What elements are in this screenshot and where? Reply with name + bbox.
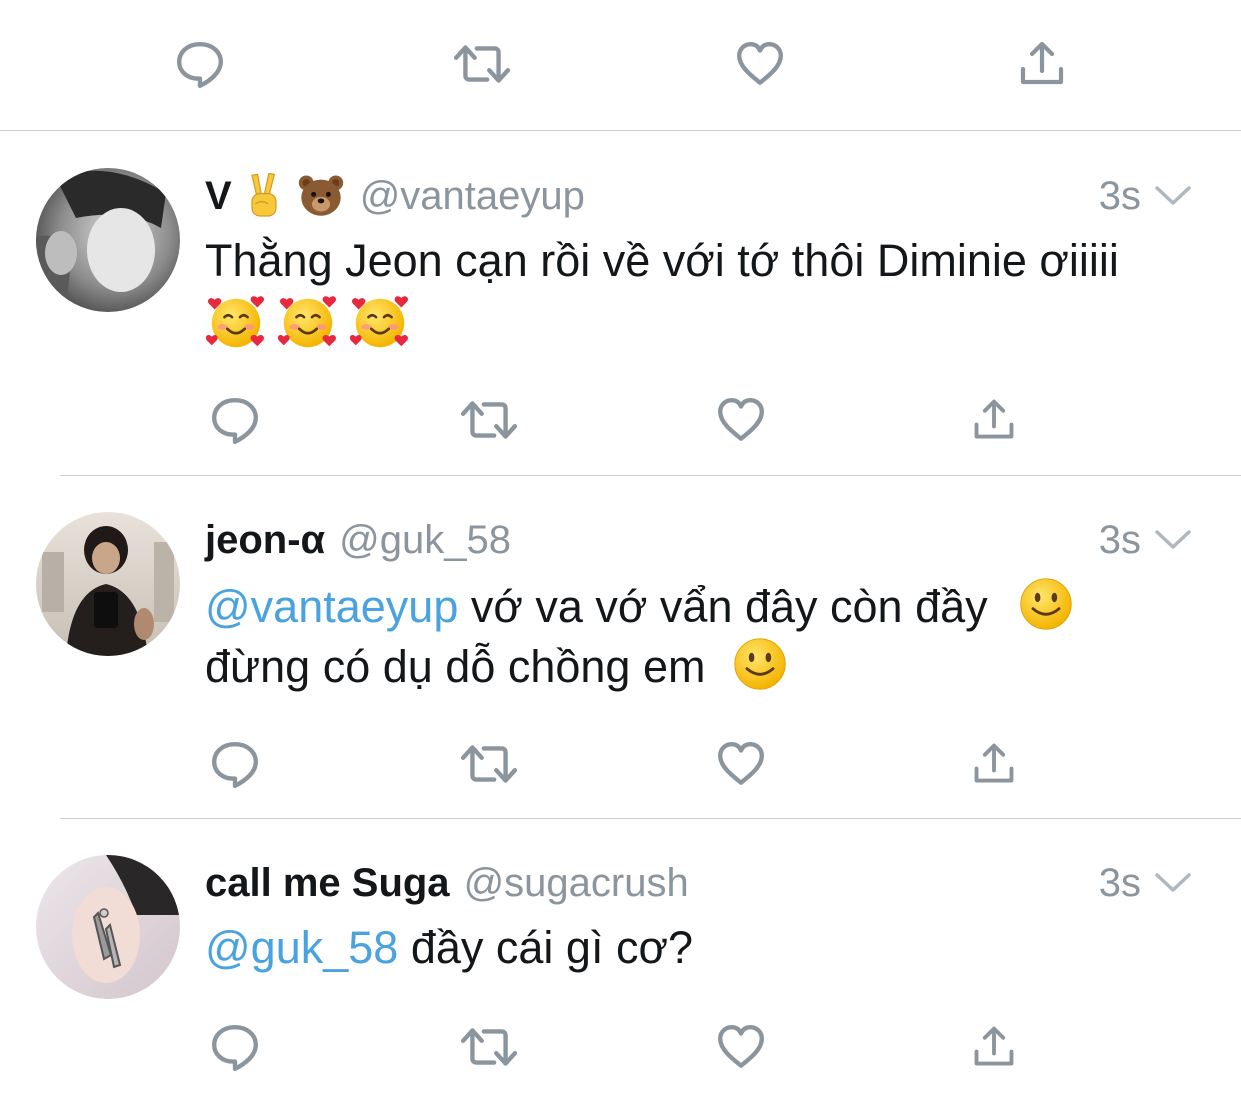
tweet-header: V @vantaeyup [205, 168, 585, 224]
like-button[interactable] [730, 34, 790, 94]
user-handle[interactable]: @guk_58 [339, 518, 511, 563]
slightly-smiling-face-emoji [1018, 576, 1074, 632]
share-icon [971, 397, 1017, 443]
share-icon [1017, 39, 1067, 89]
timestamp: 3s [1098, 517, 1141, 562]
reply-button[interactable] [205, 1017, 265, 1077]
emoji-row [205, 292, 1215, 354]
avatar-image [36, 855, 180, 999]
retweet-icon [460, 394, 518, 446]
user-handle[interactable]: @sugacrush [464, 861, 689, 906]
smiling-face-with-hearts-emoji [205, 292, 267, 354]
tweet-text: @guk_58 đầy cái gì cơ? [205, 919, 1215, 977]
divider [60, 818, 1241, 819]
tweet-meta: 3s [1099, 168, 1193, 224]
divider [0, 130, 1241, 131]
tweet-header: call me Suga @sugacrush [205, 855, 689, 911]
like-icon [715, 1021, 767, 1073]
share-icon [971, 741, 1017, 787]
like-icon [734, 38, 786, 90]
retweet-button[interactable] [459, 1017, 519, 1077]
retweet-icon [460, 1021, 518, 1073]
chevron-down-icon[interactable] [1153, 528, 1193, 552]
tweet[interactable]: call me Suga @sugacrush 3s @guk_58 đầy c… [0, 855, 1241, 1106]
reply-button[interactable] [205, 734, 265, 794]
avatar-image [36, 512, 180, 656]
tweet-meta: 3s [1099, 855, 1193, 911]
avatar[interactable] [36, 512, 180, 656]
like-icon [715, 738, 767, 790]
share-icon [971, 1024, 1017, 1070]
share-button[interactable] [964, 734, 1024, 794]
tweet-header: jeon-α @guk_58 [205, 512, 511, 568]
victory-hand-icon [244, 172, 284, 220]
avatar[interactable] [36, 168, 180, 312]
retweet-button[interactable] [459, 734, 519, 794]
tweet-text-line: đừng có dụ dỗ chồng em [205, 636, 1215, 696]
reply-button[interactable] [170, 34, 230, 94]
retweet-icon [460, 738, 518, 790]
divider [60, 475, 1241, 476]
like-icon [715, 394, 767, 446]
smiling-face-with-hearts-emoji [277, 292, 339, 354]
bear-emoji [296, 173, 346, 219]
tweet[interactable]: jeon-α @guk_58 3s @vantaeyup vớ va vớ vẩ… [0, 512, 1241, 812]
share-button[interactable] [1012, 34, 1072, 94]
tweet-text-segment: vớ va vớ vẩn đây còn đầy [458, 581, 988, 632]
reply-icon [209, 394, 261, 446]
reply-icon [209, 1021, 261, 1073]
share-button[interactable] [964, 390, 1024, 450]
mention-link[interactable]: @vantaeyup [205, 581, 458, 632]
mention-link[interactable]: @guk_58 [205, 922, 398, 973]
tweet-action-bar [0, 734, 1241, 794]
retweet-icon [453, 38, 511, 90]
tweet-text-segment: đừng có dụ dỗ chồng em [205, 641, 706, 692]
like-button[interactable] [711, 390, 771, 450]
reply-button[interactable] [205, 390, 265, 450]
like-button[interactable] [711, 1017, 771, 1077]
like-button[interactable] [711, 734, 771, 794]
top-action-bar [0, 34, 1241, 94]
tweet-text-line: Thằng Jeon cạn rồi về với tớ thôi Dimini… [205, 235, 1119, 286]
reply-icon [174, 38, 226, 90]
smiling-face-with-hearts-emoji [349, 292, 411, 354]
share-button[interactable] [964, 1017, 1024, 1077]
tweet-action-bar [0, 390, 1241, 450]
tweet-meta: 3s [1099, 512, 1193, 568]
tweet[interactable]: V @vantaeyup 3s Thằng Jeon cạn rồi về vớ… [0, 168, 1241, 468]
user-handle[interactable]: @vantaeyup [360, 174, 585, 219]
tweet-text-line: @guk_58 đầy cái gì cơ? [205, 919, 1215, 977]
retweet-button[interactable] [459, 390, 519, 450]
chevron-down-icon[interactable] [1153, 871, 1193, 895]
reply-icon [209, 738, 261, 790]
timestamp: 3s [1098, 860, 1141, 905]
bear-icon [296, 173, 346, 219]
tweet-action-bar [0, 1017, 1241, 1077]
avatar[interactable] [36, 855, 180, 999]
tweet-text-segment: đầy cái gì cơ? [398, 922, 693, 973]
tweet-text: Thằng Jeon cạn rồi về với tớ thôi Dimini… [205, 232, 1215, 354]
display-name[interactable]: V [205, 174, 232, 219]
avatar-image [36, 168, 180, 312]
victory-hand-emoji [244, 172, 284, 220]
display-name[interactable]: call me Suga [205, 861, 450, 906]
display-name[interactable]: jeon-α [205, 518, 325, 563]
tweet-text-line: @vantaeyup vớ va vớ vẩn đây còn đầy [205, 576, 1215, 636]
tweet-text: @vantaeyup vớ va vớ vẩn đây còn đầy đừng… [205, 576, 1215, 696]
retweet-button[interactable] [452, 34, 512, 94]
timestamp: 3s [1098, 173, 1141, 218]
slightly-smiling-face-emoji [732, 636, 788, 692]
chevron-down-icon[interactable] [1153, 184, 1193, 208]
